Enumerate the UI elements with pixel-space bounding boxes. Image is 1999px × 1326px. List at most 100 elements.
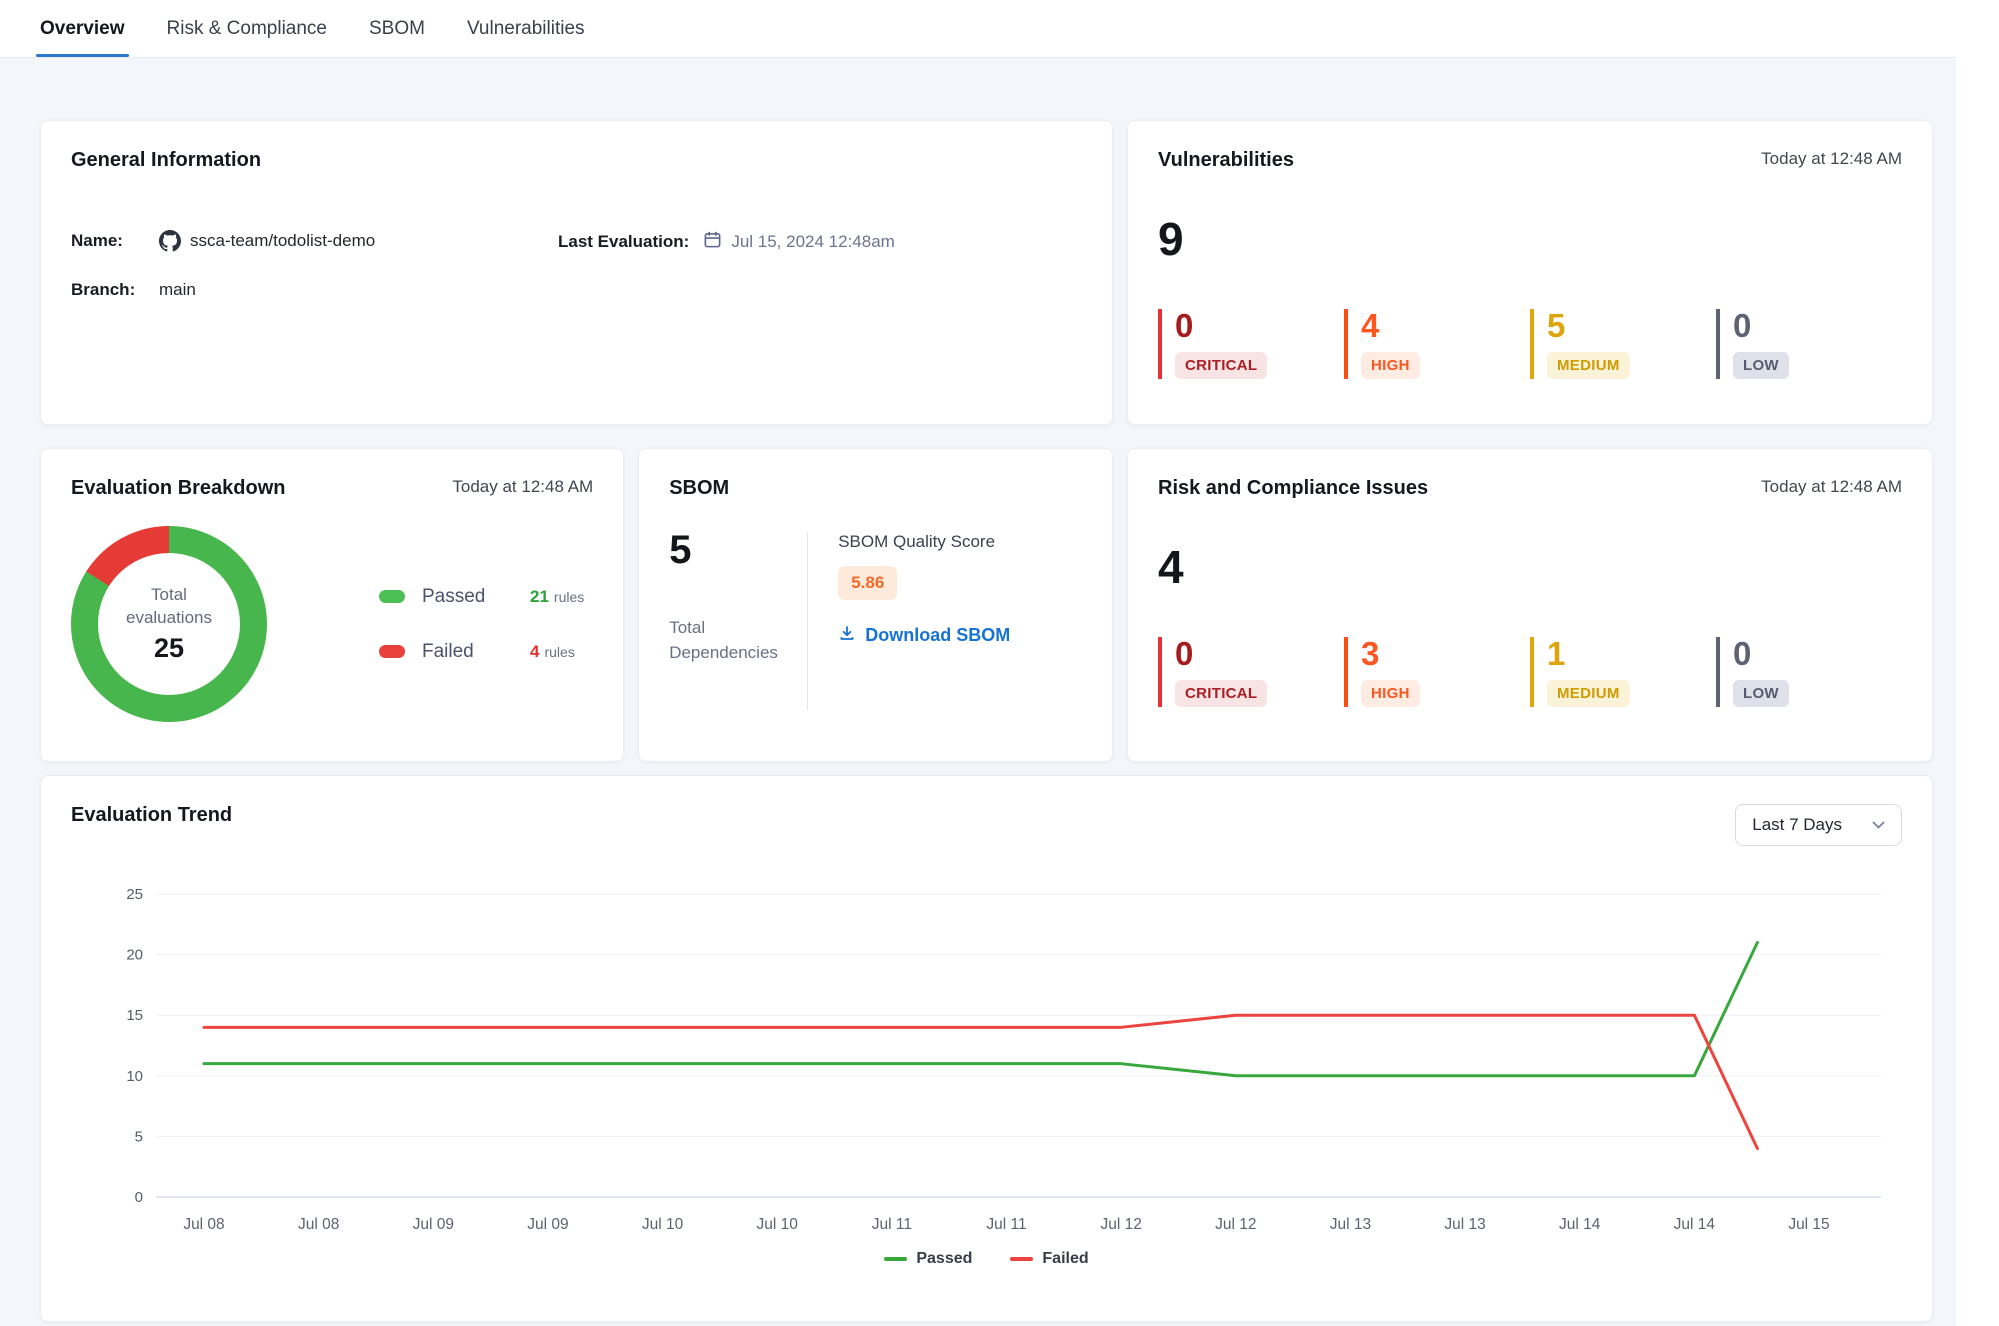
last-evaluation-value: Jul 15, 2024 12:48am (731, 232, 895, 252)
x-tick-label: Jul 08 (183, 1216, 224, 1233)
x-tick-label: Jul 09 (413, 1216, 454, 1233)
x-tick-label: Jul 08 (298, 1216, 339, 1233)
y-tick-label: 25 (126, 886, 143, 903)
y-tick-label: 20 (126, 947, 143, 964)
branch-row: Branch: main (71, 280, 558, 300)
severity-count: 0 (1175, 637, 1193, 672)
last-evaluation-label: Last Evaluation: (558, 232, 689, 252)
y-tick-label: 5 (135, 1128, 143, 1145)
severity-count: 4 (1361, 309, 1379, 344)
sbom-title: SBOM (669, 477, 729, 500)
trend-chart: 0510152025Jul 08Jul 08Jul 09Jul 09Jul 10… (71, 864, 1904, 1242)
dashboard-content: General Information Name: ssca-team/todo… (0, 58, 1999, 1322)
x-tick-label: Jul 13 (1444, 1216, 1485, 1233)
series-line-passed (204, 942, 1757, 1075)
severity-tile-critical: 0 CRITICAL (1158, 637, 1344, 707)
tab-bar: Overview Risk & Compliance SBOM Vulnerab… (0, 0, 1999, 58)
failed-label: Failed (422, 641, 512, 663)
sbom-quality-score-label: SBOM Quality Score (838, 532, 1010, 552)
x-tick-label: Jul 10 (757, 1216, 799, 1233)
legend-row-failed: Failed 4 rules (379, 641, 584, 663)
severity-tile-medium: 5 MEDIUM (1530, 309, 1716, 379)
tab-overview[interactable]: Overview (40, 0, 125, 57)
legend-item-passed[interactable]: Passed (884, 1250, 972, 1268)
x-tick-label: Jul 11 (986, 1216, 1026, 1233)
severity-count: 5 (1547, 309, 1565, 344)
risk-compliance-timestamp: Today at 12:48 AM (1761, 477, 1902, 497)
legend-failed-label: Failed (1042, 1250, 1088, 1268)
tab-sbom[interactable]: SBOM (369, 0, 425, 57)
risk-compliance-title: Risk and Compliance Issues (1158, 477, 1428, 500)
trend-legend: Passed Failed (71, 1250, 1902, 1268)
x-tick-label: Jul 15 (1788, 1216, 1829, 1233)
legend-item-failed[interactable]: Failed (1010, 1250, 1088, 1268)
vulnerabilities-title: Vulnerabilities (1158, 149, 1294, 172)
x-tick-label: Jul 10 (642, 1216, 684, 1233)
x-tick-label: Jul 12 (1215, 1216, 1256, 1233)
vulnerabilities-total: 9 (1158, 216, 1902, 262)
scrollbar-gutter[interactable] (1956, 0, 1999, 1326)
severity-count: 1 (1547, 637, 1565, 672)
tab-risk-compliance[interactable]: Risk & Compliance (167, 0, 328, 57)
download-sbom-label: Download SBOM (865, 625, 1010, 646)
chevron-down-icon (1872, 815, 1885, 835)
vulnerabilities-severity-row: 0 CRITICAL 4 HIGH 5 MEDIUM 0 LOW (1158, 309, 1902, 379)
severity-tile-low: 0 LOW (1716, 637, 1902, 707)
y-tick-label: 10 (126, 1068, 143, 1085)
general-information-card: General Information Name: ssca-team/todo… (40, 120, 1113, 425)
total-dependencies-value: 5 (669, 530, 797, 570)
severity-tile-critical: 0 CRITICAL (1158, 309, 1344, 379)
download-icon (838, 624, 856, 647)
donut-center-label: Total evaluations (111, 584, 227, 630)
vulnerabilities-card: Vulnerabilities Today at 12:48 AM 9 0 CR… (1127, 120, 1933, 425)
repo-name-value: ssca-team/todolist-demo (190, 231, 375, 251)
severity-badge: MEDIUM (1547, 680, 1630, 707)
failed-unit: rules (544, 644, 574, 660)
legend-row-passed: Passed 21 rules (379, 586, 584, 608)
severity-badge: CRITICAL (1175, 680, 1267, 707)
name-label: Name: (71, 231, 159, 251)
donut-total-value: 25 (154, 633, 184, 664)
evaluation-breakdown-timestamp: Today at 12:48 AM (452, 477, 593, 497)
general-information-title: General Information (71, 149, 261, 172)
passed-pill-icon (379, 590, 405, 603)
severity-count: 3 (1361, 637, 1379, 672)
passed-count: 21 (530, 587, 549, 607)
passed-line-icon (884, 1257, 907, 1261)
evaluation-breakdown-card: Evaluation Breakdown Today at 12:48 AM T… (40, 448, 624, 762)
severity-count: 0 (1175, 309, 1193, 344)
repo-name-row: Name: ssca-team/todolist-demo (71, 230, 558, 252)
x-tick-label: Jul 14 (1674, 1216, 1716, 1233)
legend-passed-label: Passed (916, 1250, 972, 1268)
github-icon (159, 230, 181, 252)
vertical-divider (807, 532, 808, 710)
risk-compliance-total: 4 (1158, 544, 1902, 590)
sbom-quality-score-value: 5.86 (838, 566, 897, 600)
y-tick-label: 0 (135, 1189, 143, 1206)
last-evaluation-row: Last Evaluation: Jul 15, 2024 12:48am (558, 230, 895, 254)
x-tick-label: Jul 11 (872, 1216, 912, 1233)
severity-count: 0 (1733, 309, 1751, 344)
x-tick-label: Jul 12 (1100, 1216, 1141, 1233)
severity-badge: HIGH (1361, 680, 1420, 707)
series-line-failed (204, 1015, 1757, 1148)
severity-badge: MEDIUM (1547, 352, 1630, 379)
x-tick-label: Jul 14 (1559, 1216, 1601, 1233)
branch-label: Branch: (71, 280, 159, 300)
passed-unit: rules (554, 589, 584, 605)
x-tick-label: Jul 09 (527, 1216, 568, 1233)
download-sbom-link[interactable]: Download SBOM (838, 624, 1010, 647)
severity-tile-high: 4 HIGH (1344, 309, 1530, 379)
calendar-icon (703, 230, 722, 254)
severity-badge: CRITICAL (1175, 352, 1267, 379)
severity-tile-high: 3 HIGH (1344, 637, 1530, 707)
time-range-select[interactable]: Last 7 Days (1735, 804, 1902, 846)
tab-vulnerabilities[interactable]: Vulnerabilities (467, 0, 585, 57)
failed-count: 4 (530, 642, 539, 662)
passed-label: Passed (422, 586, 512, 608)
evaluation-trend-card: Evaluation Trend Last 7 Days 0510152025J… (40, 775, 1933, 1322)
severity-badge: LOW (1733, 352, 1789, 379)
evaluation-trend-title: Evaluation Trend (71, 804, 232, 827)
severity-tile-low: 0 LOW (1716, 309, 1902, 379)
evaluation-breakdown-title: Evaluation Breakdown (71, 477, 286, 500)
